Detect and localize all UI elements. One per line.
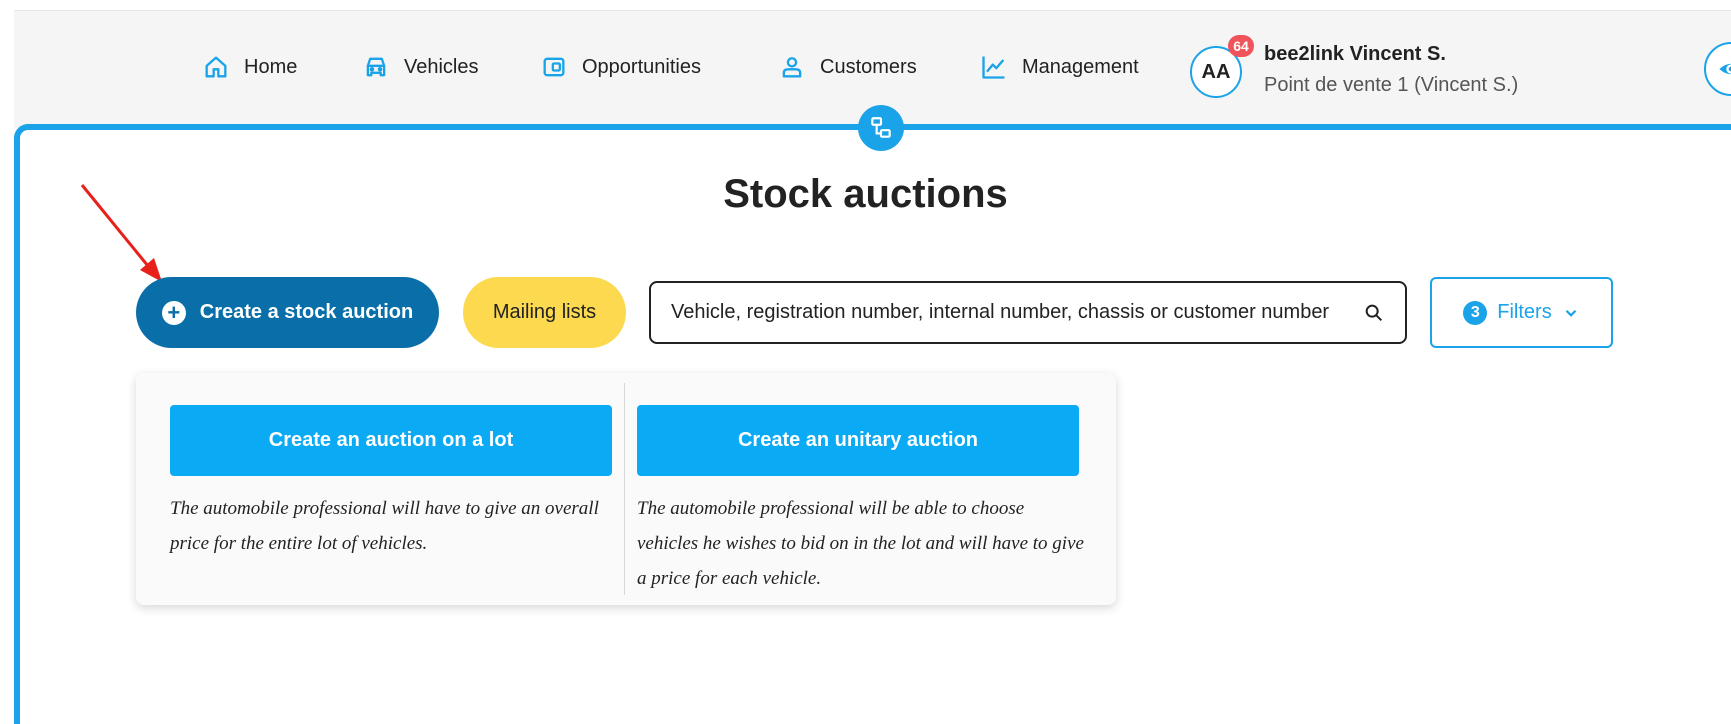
mailing-lists-label: Mailing lists bbox=[492, 301, 597, 323]
create-unitary-auction-button[interactable]: Create an unitary auction bbox=[637, 405, 1079, 476]
nav-item-home[interactable]: Home bbox=[202, 47, 297, 87]
dropdown-divider bbox=[624, 383, 625, 595]
create-unitary-auction-label: Create an unitary auction bbox=[737, 429, 979, 451]
chevron-down-icon bbox=[1565, 309, 1577, 317]
unitary-auction-description: The automobile professional will be able… bbox=[637, 498, 1084, 589]
preview-button[interactable] bbox=[1704, 42, 1731, 96]
nav-label-management: Management bbox=[1022, 55, 1139, 78]
annotation-arrow-icon bbox=[80, 184, 162, 282]
create-stock-auction-button[interactable]: + Create a stock auction bbox=[136, 277, 439, 348]
nav-item-vehicles[interactable]: Vehicles bbox=[362, 47, 479, 87]
eye-icon bbox=[1719, 63, 1731, 75]
section-badge bbox=[858, 105, 904, 151]
plus-circle-icon: + bbox=[161, 300, 186, 325]
nav-label-customers: Customers bbox=[820, 55, 917, 78]
nav-item-opportunities[interactable]: Opportunities bbox=[540, 47, 701, 87]
create-lot-auction-label: Create an auction on a lot bbox=[268, 429, 514, 451]
create-auction-dropdown: Create an auction on a lot The automobil… bbox=[136, 373, 1116, 605]
search-input[interactable]: Vehicle, registration number, internal n… bbox=[649, 281, 1407, 344]
search-placeholder: Vehicle, registration number, internal n… bbox=[671, 301, 1330, 323]
filters-button[interactable]: 3 Filters bbox=[1430, 277, 1613, 348]
person-icon bbox=[782, 57, 802, 78]
nav-item-customers[interactable]: Customers bbox=[778, 47, 917, 87]
user-store: Point de vente 1 (Vincent S.) bbox=[1264, 74, 1519, 96]
nav-item-management[interactable]: Management bbox=[980, 47, 1139, 87]
lot-auction-description: The automobile professional will have to… bbox=[170, 498, 599, 554]
user-name: bee2link Vincent S. bbox=[1264, 43, 1446, 65]
notification-badge: 64 bbox=[1228, 35, 1254, 57]
network-devices-icon bbox=[871, 117, 891, 138]
app-frame: Home Vehicles Opportunities Customers Ma… bbox=[0, 0, 1731, 724]
nav-label-vehicles: Vehicles bbox=[404, 55, 479, 78]
chart-line-icon bbox=[982, 56, 1005, 79]
create-lot-auction-button[interactable]: Create an auction on a lot bbox=[170, 405, 612, 476]
avatar-initials: AA bbox=[1201, 60, 1231, 83]
filters-count-badge: 3 bbox=[1463, 300, 1488, 325]
create-stock-auction-label: Create a stock auction bbox=[199, 301, 414, 323]
mailing-lists-button[interactable]: Mailing lists bbox=[463, 277, 626, 348]
page-title: Stock auctions bbox=[723, 172, 1008, 216]
car-icon bbox=[366, 57, 386, 77]
nav-label-home: Home bbox=[244, 55, 298, 78]
home-icon bbox=[205, 56, 227, 78]
wallet-icon bbox=[543, 57, 565, 77]
search-icon[interactable] bbox=[1363, 302, 1385, 324]
filters-label: Filters bbox=[1497, 301, 1552, 323]
nav-label-opportunities: Opportunities bbox=[582, 55, 701, 78]
